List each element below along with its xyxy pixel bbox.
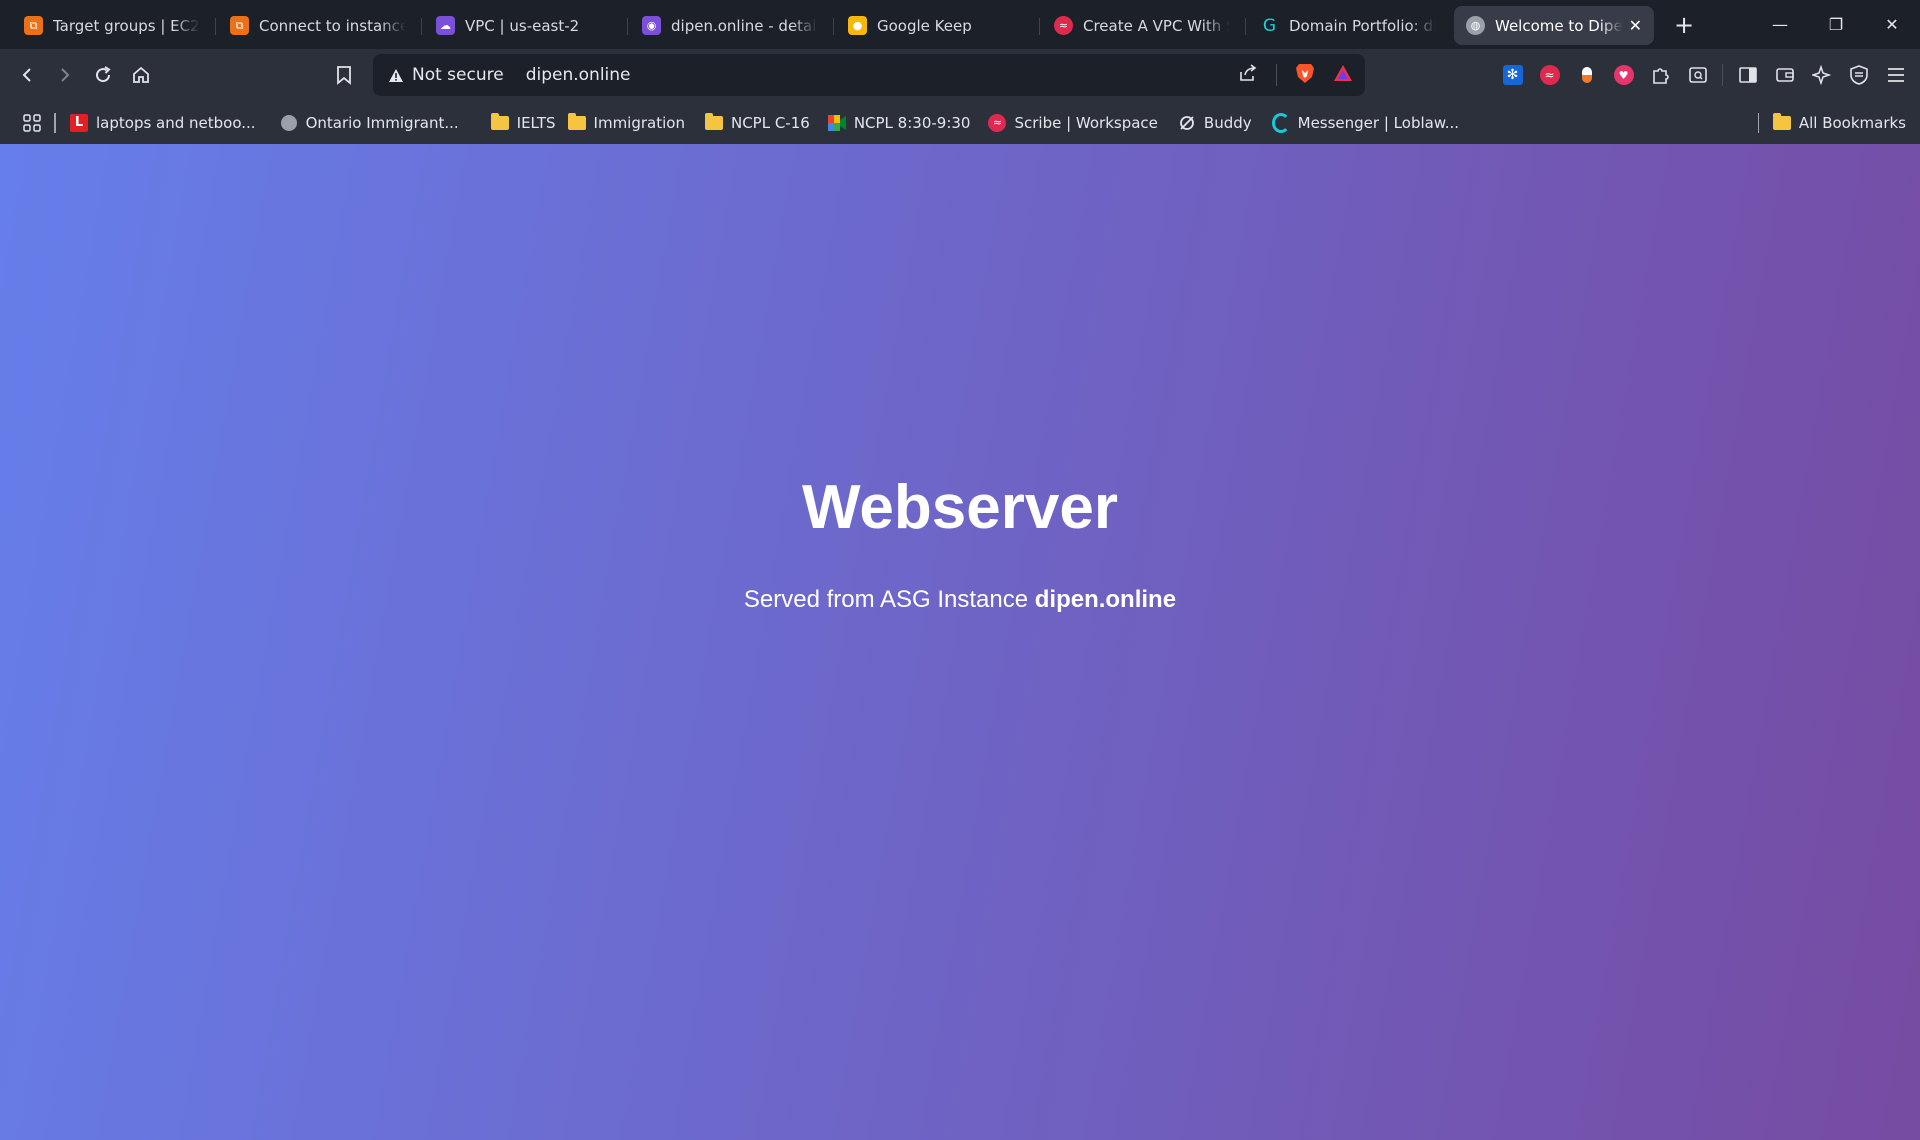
bookmark-label: Buddy — [1203, 113, 1252, 132]
bookmark-ielts[interactable]: IELTS — [485, 108, 562, 138]
brave-rewards-icon[interactable] — [1333, 64, 1353, 87]
tab-connect-instance[interactable]: ⧉ Connect to instance | EC2 — [218, 6, 422, 45]
forward-icon[interactable] — [46, 56, 84, 94]
tab-title: Google Keep — [877, 16, 972, 35]
bookmark-label: Messenger | Loblaw... — [1297, 113, 1460, 132]
security-label[interactable]: Not secure — [412, 65, 504, 85]
browser-toolbar: Not secure dipen.online ✻ ≈ ♥ — [0, 49, 1920, 101]
window-controls: — ❐ ✕ — [1752, 0, 1920, 49]
page-heading: Webserver — [802, 473, 1118, 542]
brave-shield-icon[interactable] — [1295, 62, 1315, 89]
tab-domain-portfolio[interactable]: G Domain Portfolio: dipen.online — [1248, 6, 1448, 45]
tab-welcome-dipen[interactable]: ◍ Welcome to Dipen ✕ — [1454, 6, 1654, 45]
bookmark-scribe[interactable]: ≈ Scribe | Workspace — [982, 108, 1163, 138]
loblaws-icon: L — [70, 113, 88, 132]
tab-title: dipen.online - details — [671, 16, 818, 35]
bookmark-label: laptops and netboo... — [96, 113, 256, 132]
snowflake-extension-icon[interactable]: ✻ — [1494, 56, 1531, 94]
sidebar-icon[interactable] — [1729, 56, 1766, 94]
bookmark-ncpl-830[interactable]: NCPL 8:30-9:30 — [822, 108, 977, 138]
bookmark-buddy[interactable]: Buddy — [1172, 108, 1258, 138]
tab-title: VPC | us-east-2 — [465, 16, 580, 35]
capsule-extension-icon[interactable] — [1568, 56, 1605, 94]
address-bar[interactable]: Not secure dipen.online — [373, 54, 1365, 96]
minimize-icon[interactable]: — — [1752, 0, 1808, 49]
page-subtitle: Served from ASG Instance dipen.online — [0, 586, 1920, 614]
close-tab-icon[interactable]: ✕ — [1629, 16, 1642, 35]
bookmark-ncpl-c16[interactable]: NCPL C-16 — [699, 108, 816, 138]
tab-create-vpc[interactable]: ≈ Create A VPC With Subnets — [1042, 6, 1246, 45]
bookmark-icon[interactable] — [325, 56, 363, 94]
all-bookmarks-button[interactable]: All Bookmarks — [1767, 108, 1912, 138]
tab-vpc[interactable]: ☁ VPC | us-east-2 — [424, 6, 628, 45]
scribe-extension-icon[interactable]: ≈ — [1531, 56, 1568, 94]
bookmark-messenger[interactable]: Messenger | Loblaw... — [1266, 108, 1465, 138]
folder-icon — [1772, 112, 1791, 132]
pink-extension-icon[interactable]: ♥ — [1605, 56, 1642, 94]
bookmark-laptops[interactable]: L laptops and netboo... — [64, 108, 262, 138]
tab-dipen-details[interactable]: ◉ dipen.online - details — [630, 6, 834, 45]
subtitle-text: Served from ASG Instance — [743, 586, 1035, 613]
subtitle-hostname: dipen.online — [1034, 586, 1177, 613]
messenger-icon — [1271, 112, 1290, 133]
aws-ec2-icon: ⧉ — [24, 16, 43, 35]
aws-ec2-icon: ⧉ — [230, 16, 249, 35]
extensions-puzzle-icon[interactable] — [1642, 56, 1679, 94]
scribe-icon: ≈ — [988, 113, 1007, 132]
reload-icon[interactable] — [84, 56, 122, 94]
godaddy-icon: G — [1262, 15, 1277, 36]
tab-strip: ⧉ Target groups | EC2 | us-east-2 ⧉ Conn… — [0, 0, 1920, 49]
home-icon[interactable] — [122, 56, 160, 94]
tab-title: Target groups | EC2 | us-east-2 — [53, 16, 200, 35]
tab-title: Welcome to Dipen — [1495, 16, 1623, 35]
back-icon[interactable] — [8, 56, 46, 94]
bookmark-label: IELTS — [516, 113, 556, 132]
apps-grid-icon[interactable] — [16, 108, 48, 138]
all-bookmarks-label: All Bookmarks — [1798, 113, 1906, 132]
close-window-icon[interactable]: ✕ — [1864, 0, 1920, 49]
vpn-icon[interactable] — [1840, 56, 1877, 94]
share-icon[interactable] — [1238, 63, 1258, 87]
new-tab-button[interactable]: + — [1672, 11, 1696, 39]
page-search-icon[interactable] — [1679, 56, 1716, 94]
wallet-icon[interactable] — [1766, 56, 1803, 94]
globe-icon — [280, 114, 298, 132]
tab-target-groups[interactable]: ⧉ Target groups | EC2 | us-east-2 — [12, 6, 216, 45]
keep-icon: ● — [848, 16, 867, 35]
bookmark-immigration[interactable]: Immigration — [562, 108, 691, 138]
aws-vpc-icon: ☁ — [436, 16, 455, 35]
url-text[interactable]: dipen.online — [526, 65, 631, 85]
scribe-icon: ≈ — [1054, 16, 1073, 35]
folder-icon — [490, 112, 509, 132]
restore-icon[interactable]: ❐ — [1808, 0, 1864, 49]
bookmark-label: Immigration — [593, 113, 685, 132]
bookmark-ontario-immigrant[interactable]: Ontario Immigrant... — [274, 108, 465, 138]
bookmarks-bar: L laptops and netboo... Ontario Immigran… — [0, 101, 1920, 144]
buddy-icon — [1178, 114, 1196, 132]
folder-icon — [704, 112, 723, 132]
bookmark-label: Scribe | Workspace — [1014, 113, 1158, 132]
menu-icon[interactable] — [1877, 56, 1914, 94]
folder-icon — [567, 112, 586, 132]
route53-icon: ◉ — [642, 16, 661, 35]
bookmark-label: NCPL 8:30-9:30 — [853, 113, 971, 132]
tab-title: Domain Portfolio: dipen.online — [1289, 16, 1436, 35]
leo-ai-icon[interactable] — [1803, 56, 1840, 94]
tab-title: Create A VPC With Subnets — [1083, 16, 1230, 35]
meet-icon — [827, 114, 846, 132]
page-content: Webserver Served from ASG Instance dipen… — [0, 144, 1920, 1140]
bookmark-label: NCPL C-16 — [730, 113, 810, 132]
tab-title: Connect to instance | EC2 — [259, 16, 406, 35]
bookmark-label: Ontario Immigrant... — [305, 113, 459, 132]
warning-icon[interactable] — [387, 66, 405, 84]
globe-icon: ◍ — [1466, 16, 1485, 35]
extensions-area: ✻ ≈ ♥ — [1494, 49, 1920, 101]
tab-google-keep[interactable]: ● Google Keep — [836, 6, 1040, 45]
